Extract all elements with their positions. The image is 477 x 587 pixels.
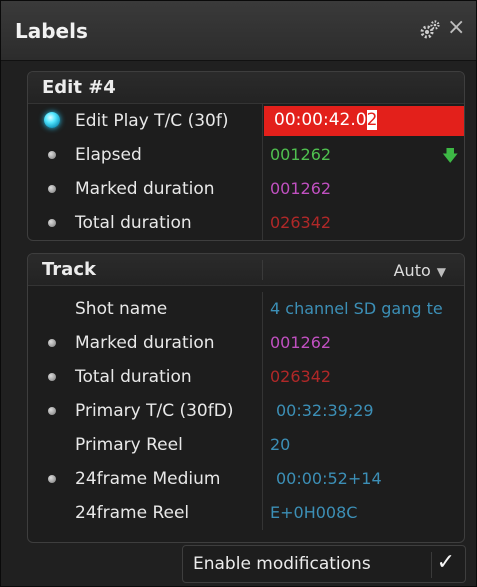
edit-row-label: Edit Play T/C (30f)	[75, 111, 229, 131]
column-divider	[262, 206, 263, 240]
edit-row-elapsed[interactable]: Elapsed 001262 🡇	[28, 138, 464, 172]
column-divider	[262, 428, 263, 462]
column-divider	[262, 394, 263, 428]
total-duration-value: 026342	[270, 367, 332, 386]
bullet-icon[interactable]	[48, 219, 56, 227]
mode-value: Auto	[393, 261, 431, 280]
24frame-medium-value: 00:00:52+14	[276, 469, 382, 488]
checkmark-icon[interactable]: ✓	[437, 550, 455, 575]
track-row-label: Primary T/C (30fD)	[75, 401, 234, 421]
track-row-primary-reel[interactable]: Primary Reel 20	[28, 428, 464, 462]
track-row-label: Primary Reel	[75, 435, 183, 455]
mode-dropdown[interactable]: Auto ▼	[394, 261, 446, 280]
column-divider	[262, 172, 263, 206]
track-row-label: Shot name	[75, 299, 168, 319]
bullet-icon[interactable]	[48, 373, 56, 381]
column-divider	[262, 462, 263, 496]
down-arrow-icon: 🡇	[442, 146, 459, 165]
column-divider	[262, 138, 263, 172]
timecode-input[interactable]: 00:00:42.02	[264, 106, 464, 136]
chevron-down-icon: ▼	[436, 265, 446, 279]
total-duration-value: 026342	[270, 213, 332, 232]
text-caret: 2	[366, 110, 378, 130]
track-panel-header: Track Auto ▼	[28, 254, 464, 286]
track-row-shot-name[interactable]: Shot name 4 channel SD gang te	[28, 292, 464, 326]
header-divider	[262, 260, 263, 280]
column-divider	[262, 326, 263, 360]
column-divider	[262, 292, 263, 326]
edit-panel-title: Edit #4	[42, 77, 116, 98]
timecode-value: 00:00:42.0	[274, 110, 367, 130]
bullet-icon[interactable]	[48, 339, 56, 347]
window-title: Labels	[15, 19, 88, 43]
enable-modifications-label: Enable modifications	[193, 554, 371, 574]
active-indicator-icon[interactable]	[44, 112, 60, 128]
primary-tc-value: 00:32:39;29	[276, 401, 374, 420]
edit-row-label: Elapsed	[75, 145, 142, 165]
title-bar: Labels ×	[1, 1, 476, 61]
primary-reel-value: 20	[270, 435, 291, 454]
elapsed-value: 001262	[270, 145, 332, 164]
bullet-icon[interactable]	[48, 407, 56, 415]
column-divider	[262, 496, 263, 530]
track-row-label: Marked duration	[75, 333, 215, 353]
edit-panel-header: Edit #4	[28, 72, 464, 104]
bullet-icon[interactable]	[48, 151, 56, 159]
track-row-label: Total duration	[75, 367, 192, 387]
shot-name-value: 4 channel SD gang te	[270, 299, 443, 318]
enable-modifications-toggle[interactable]: Enable modifications ✓	[182, 545, 466, 583]
track-row-24frame-medium[interactable]: 24frame Medium 00:00:52+14	[28, 462, 464, 496]
edit-row-total-duration[interactable]: Total duration 026342	[28, 206, 464, 240]
track-row-label: 24frame Medium	[75, 469, 221, 489]
edit-panel: Edit #4 Edit Play T/C (30f) 00:00:42.02 …	[27, 71, 465, 241]
column-divider	[262, 104, 263, 138]
column-divider	[262, 360, 263, 394]
track-row-24frame-reel[interactable]: 24frame Reel E+0H008C	[28, 496, 464, 530]
edit-row-play-tc[interactable]: Edit Play T/C (30f) 00:00:42.02	[28, 104, 464, 138]
track-row-primary-tc[interactable]: Primary T/C (30fD) 00:32:39;29	[28, 394, 464, 428]
toggle-divider	[431, 552, 432, 578]
track-row-marked-duration[interactable]: Marked duration 001262	[28, 326, 464, 360]
bullet-icon[interactable]	[48, 185, 56, 193]
24frame-reel-value: E+0H008C	[270, 503, 358, 522]
marked-duration-value: 001262	[270, 333, 332, 352]
edit-row-marked-duration[interactable]: Marked duration 001262	[28, 172, 464, 206]
edit-row-label: Marked duration	[75, 179, 215, 199]
bullet-icon[interactable]	[48, 475, 56, 483]
marked-duration-value: 001262	[270, 179, 332, 198]
track-panel-title: Track	[42, 259, 96, 280]
track-row-total-duration[interactable]: Total duration 026342	[28, 360, 464, 394]
track-row-label: 24frame Reel	[75, 503, 190, 523]
gear-icon[interactable]	[419, 19, 441, 41]
track-panel: Track Auto ▼ Shot name 4 channel SD gang …	[27, 253, 465, 543]
close-icon[interactable]: ×	[447, 17, 465, 39]
edit-row-label: Total duration	[75, 213, 192, 233]
labels-window: Labels × Edit #4 Edit Play T/C (30f) 00:…	[0, 0, 477, 587]
